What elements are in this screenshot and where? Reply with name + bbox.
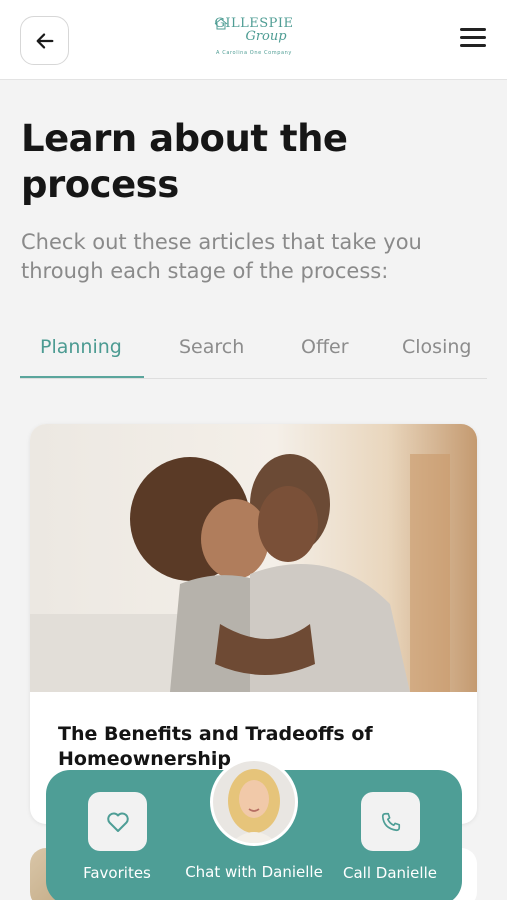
logo-script: Group	[245, 29, 287, 44]
active-tab-indicator	[20, 376, 144, 378]
heart-icon	[106, 812, 129, 832]
tab-planning[interactable]: Planning	[40, 336, 122, 378]
phone-icon	[381, 812, 400, 831]
arrow-left-icon	[36, 32, 53, 49]
chat-label[interactable]: Chat with Danielle	[184, 863, 324, 881]
favorites-label[interactable]: Favorites	[82, 864, 152, 882]
back-button[interactable]	[20, 16, 69, 65]
house-icon	[214, 18, 228, 30]
tab-search[interactable]: Search	[179, 336, 244, 378]
agent-photo	[213, 761, 295, 843]
agent-avatar[interactable]	[210, 758, 298, 846]
page-title: Learn about the process	[21, 117, 348, 206]
call-label[interactable]: Call Danielle	[340, 864, 440, 882]
call-button[interactable]	[361, 792, 420, 851]
tab-offer[interactable]: Offer	[301, 336, 349, 378]
father-hugging-daughter-photo	[30, 424, 477, 692]
stage-tabs: Planning Search Offer Closing	[20, 330, 487, 379]
hamburger-menu-icon	[460, 28, 486, 31]
logo-tagline: A Carolina One Company	[216, 50, 292, 56]
menu-button[interactable]	[460, 28, 487, 50]
company-logo[interactable]: GILLESPIE Group A Carolina One Company	[212, 16, 296, 64]
favorites-button[interactable]	[88, 792, 147, 851]
page-subtitle: Check out these articles that take you t…	[21, 230, 422, 283]
app-header: GILLESPIE Group A Carolina One Company	[0, 0, 507, 80]
tab-closing[interactable]: Closing	[402, 336, 471, 378]
